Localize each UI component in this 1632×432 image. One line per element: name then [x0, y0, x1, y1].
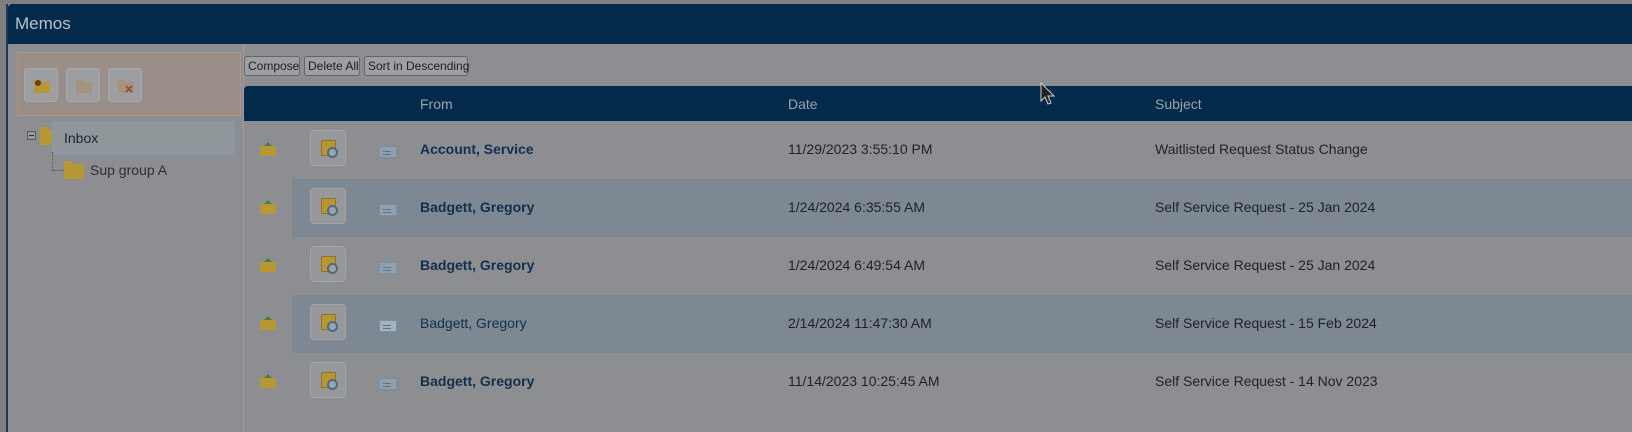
tree-item-inbox[interactable]: Inbox — [22, 122, 238, 154]
unread-envelope-icon — [379, 204, 397, 216]
memo-date: 11/14/2023 10:25:45 AM — [788, 373, 940, 389]
tree-item-sup-group-a[interactable]: Sup group A — [90, 162, 167, 178]
open-memo-button[interactable] — [310, 188, 346, 224]
mouse-cursor-icon — [1040, 82, 1056, 105]
column-header-date[interactable]: Date — [788, 96, 818, 112]
table-row[interactable]: Badgett, Gregory 1/24/2024 6:35:55 AM Se… — [244, 179, 1632, 237]
new-folder-icon — [34, 80, 50, 93]
memo-note-icon — [321, 256, 338, 274]
memo-date: 11/29/2023 3:55:10 PM — [788, 141, 933, 157]
inbox-selection[interactable]: Inbox — [52, 122, 234, 154]
delete-all-button[interactable]: Delete All — [304, 56, 360, 76]
memo-note-icon — [321, 314, 338, 332]
memo-from[interactable]: Account, Service — [420, 141, 534, 157]
tree-connector — [52, 170, 64, 171]
table-row[interactable]: Badgett, Gregory 1/24/2024 6:49:54 AM Se… — [244, 237, 1632, 295]
table-row[interactable]: Account, Service 11/29/2023 3:55:10 PM W… — [244, 121, 1632, 179]
tree-connector — [52, 152, 53, 170]
column-header-subject[interactable]: Subject — [1155, 96, 1202, 112]
memo-from[interactable]: Badgett, Gregory — [420, 315, 527, 331]
open-memo-button[interactable] — [310, 130, 346, 166]
column-header-from[interactable]: From — [420, 96, 453, 112]
unread-envelope-icon — [379, 378, 397, 390]
memo-note-icon — [321, 372, 338, 390]
memo-from[interactable]: Badgett, Gregory — [420, 373, 534, 389]
open-memo-button[interactable] — [310, 362, 346, 398]
folder-panel: Inbox Sup group A — [8, 44, 244, 432]
memo-list-area: Compose Delete All Sort in Descending Fr… — [244, 44, 1632, 432]
move-to-folder-icon[interactable] — [259, 142, 277, 156]
unread-envelope-icon — [379, 146, 397, 158]
window-title: Memos — [15, 14, 71, 33]
memo-note-icon — [321, 140, 338, 158]
read-envelope-icon — [379, 320, 397, 332]
tree-item-label: Inbox — [64, 130, 99, 146]
new-folder-button[interactable] — [24, 68, 58, 102]
rename-folder-button[interactable] — [66, 68, 100, 102]
move-to-folder-icon[interactable] — [259, 374, 277, 388]
unread-envelope-icon — [379, 262, 397, 274]
memo-subject: Self Service Request - 25 Jan 2024 — [1155, 257, 1376, 273]
table-row[interactable]: Badgett, Gregory 2/14/2024 11:47:30 AM S… — [244, 295, 1632, 353]
compose-button[interactable]: Compose — [244, 56, 300, 76]
memo-subject: Waitlisted Request Status Change — [1155, 141, 1368, 157]
open-memo-button[interactable] — [310, 246, 346, 282]
memo-date: 1/24/2024 6:35:55 AM — [788, 199, 925, 215]
memo-from[interactable]: Badgett, Gregory — [420, 199, 534, 215]
delete-folder-button[interactable] — [108, 68, 142, 102]
memo-note-icon — [321, 198, 338, 216]
folder-toolbar — [17, 52, 241, 116]
sort-descending-button[interactable]: Sort in Descending — [364, 56, 469, 76]
move-to-folder-icon[interactable] — [259, 316, 277, 330]
memo-grid: From Date Subject Account, Service 11/29… — [244, 86, 1632, 432]
open-memo-button[interactable] — [310, 304, 346, 340]
title-bar: Memos — [8, 4, 1632, 44]
memo-subject: Self Service Request - 25 Jan 2024 — [1155, 199, 1376, 215]
move-to-folder-icon[interactable] — [259, 200, 277, 214]
folder-icon — [64, 161, 84, 179]
memo-date: 1/24/2024 6:49:54 AM — [788, 257, 925, 273]
memo-subject: Self Service Request - 14 Nov 2023 — [1155, 373, 1378, 389]
grid-header: From Date Subject — [244, 86, 1632, 121]
move-to-folder-icon[interactable] — [259, 258, 277, 272]
folder-icon — [76, 80, 92, 93]
delete-folder-icon — [118, 80, 134, 93]
table-row[interactable]: Badgett, Gregory 11/14/2023 10:25:45 AM … — [244, 353, 1632, 411]
collapse-icon[interactable] — [27, 131, 36, 140]
memo-from[interactable]: Badgett, Gregory — [420, 257, 534, 273]
memos-window: Memos Inbox Sup group A Compose Delete A… — [6, 4, 1632, 432]
memo-subject: Self Service Request - 15 Feb 2024 — [1155, 315, 1377, 331]
memo-date: 2/14/2024 11:47:30 AM — [788, 315, 932, 331]
